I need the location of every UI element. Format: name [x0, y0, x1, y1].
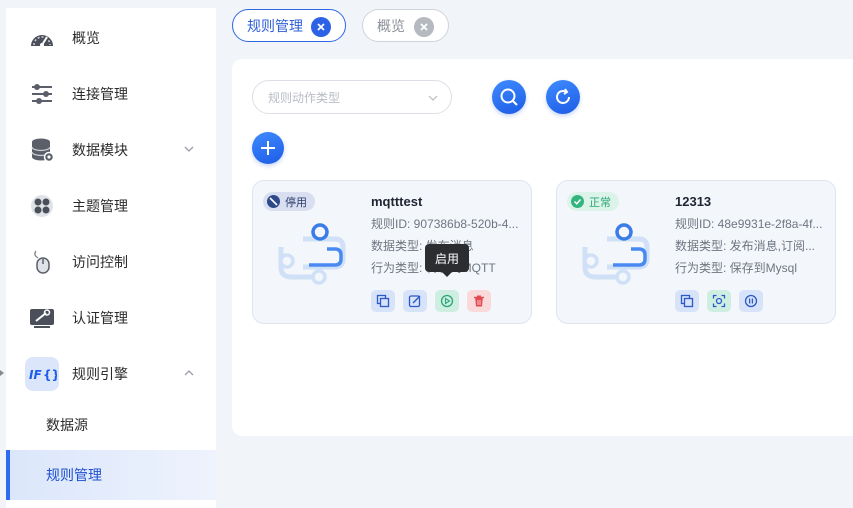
close-icon[interactable]: [414, 17, 434, 37]
rule-name: mqtttest: [371, 194, 423, 209]
sidebar-subitem-label: 数据源: [46, 417, 88, 433]
rule-engine-icon: IF {}: [25, 357, 59, 391]
search-button[interactable]: [492, 80, 526, 114]
sidebar-item-label: 连接管理: [72, 86, 128, 102]
topic-grid-icon: [26, 190, 58, 222]
action-type-select[interactable]: 规则动作类型: [252, 80, 452, 114]
sidebar-item-label: 数据模块: [72, 142, 128, 158]
sidebar-item-connections[interactable]: 连接管理: [6, 66, 216, 122]
tab-label: 概览: [377, 17, 405, 34]
sidebar-item-access-control[interactable]: 访问控制: [6, 234, 216, 290]
plus-icon: [261, 141, 275, 155]
disabled-icon: [267, 195, 280, 208]
status-badge: 正常: [567, 192, 619, 211]
trash-icon: [474, 295, 484, 307]
add-rule-button[interactable]: [252, 132, 284, 164]
sidebar-item-overview[interactable]: 概览: [6, 10, 216, 66]
sidebar-subitem-label: 规则管理: [46, 467, 102, 483]
tooltip-text: 启用: [434, 251, 459, 266]
scan-icon: [712, 294, 726, 308]
database-icon: [26, 134, 58, 166]
copy-button[interactable]: [675, 290, 699, 312]
sidebar-item-label: 主题管理: [72, 198, 128, 214]
rule-card[interactable]: 正常 12313 规则ID: 48e9931e-2f8a-4f... 数据类型:…: [556, 180, 836, 324]
play-icon: [440, 294, 454, 308]
svg-text:IF: IF: [29, 368, 42, 382]
auth-tools-icon: [26, 302, 58, 334]
copy-button[interactable]: [371, 290, 395, 312]
sidebar-item-label: 认证管理: [72, 310, 128, 326]
copy-icon: [376, 294, 390, 308]
refresh-button[interactable]: [546, 80, 580, 114]
rule-name: 12313: [675, 194, 712, 209]
sidebar-subitem-data-source[interactable]: 数据源: [6, 400, 216, 450]
tab-rule-management[interactable]: 规则管理: [232, 9, 346, 42]
delete-button[interactable]: [467, 290, 491, 312]
rule-id: 规则ID: 907386b8-520b-4...: [371, 217, 519, 231]
refresh-icon: [556, 88, 570, 104]
mouse-access-icon: [26, 246, 58, 278]
sidebar-item-data-module[interactable]: 数据模块: [6, 122, 216, 178]
sidebar-item-label: 访问控制: [72, 254, 128, 270]
rule-card[interactable]: 停用 mqtttest 规则ID: 907386b8-520b-4... 数据类…: [252, 180, 532, 324]
dashboard-gauge-icon: [26, 22, 58, 54]
view-button[interactable]: [707, 290, 731, 312]
enable-tooltip: 启用: [425, 244, 469, 277]
chevron-down-icon: [428, 95, 438, 101]
check-circle-icon: [571, 195, 584, 208]
tab-label: 规则管理: [247, 17, 303, 34]
close-icon[interactable]: [311, 17, 331, 37]
select-placeholder: 规则动作类型: [268, 91, 341, 105]
connection-sliders-icon: [26, 78, 58, 110]
chevron-down-icon[interactable]: [182, 142, 196, 156]
svg-text:{}: {}: [43, 368, 57, 382]
pause-button[interactable]: [739, 290, 763, 312]
sidebar-item-topics[interactable]: 主题管理: [6, 178, 216, 234]
sidebar-item-rule-engine[interactable]: IF {} 规则引擎: [6, 346, 216, 402]
rule-flow-illustration-icon: [278, 223, 346, 285]
sidebar-item-label: 规则引擎: [72, 366, 128, 382]
edit-button[interactable]: [403, 290, 427, 312]
search-icon: [500, 88, 518, 106]
edit-icon: [408, 295, 421, 308]
sidebar: 概览 连接管理 数据模块 主题管理 访问控制 认证管理 IF {规则引擎 数据…: [6, 8, 216, 508]
status-text: 停用: [285, 196, 307, 209]
rule-data-type: 数据类型: 发布消息,订阅...: [675, 239, 816, 253]
sidebar-item-authentication[interactable]: 认证管理: [6, 290, 216, 346]
rule-flow-illustration-icon: [582, 223, 650, 285]
chevron-up-icon[interactable]: [182, 366, 196, 380]
sidebar-item-label: 概览: [72, 30, 100, 46]
rule-list-panel: 规则动作类型 停用 mqtttest 规则ID: 907386b8-520b-4…: [232, 59, 853, 436]
enable-button[interactable]: [435, 290, 459, 312]
rule-action-type: 行为类型: 保存到Mysql: [675, 261, 798, 275]
copy-icon: [680, 294, 694, 308]
status-text: 正常: [589, 196, 611, 209]
status-badge: 停用: [263, 192, 315, 211]
pause-icon: [744, 294, 758, 308]
rule-id: 规则ID: 48e9931e-2f8a-4f...: [675, 217, 823, 231]
sidebar-subitem-rule-management[interactable]: 规则管理: [6, 450, 216, 500]
tab-overview[interactable]: 概览: [362, 9, 449, 42]
sidebar-collapse-handle[interactable]: [0, 370, 4, 376]
